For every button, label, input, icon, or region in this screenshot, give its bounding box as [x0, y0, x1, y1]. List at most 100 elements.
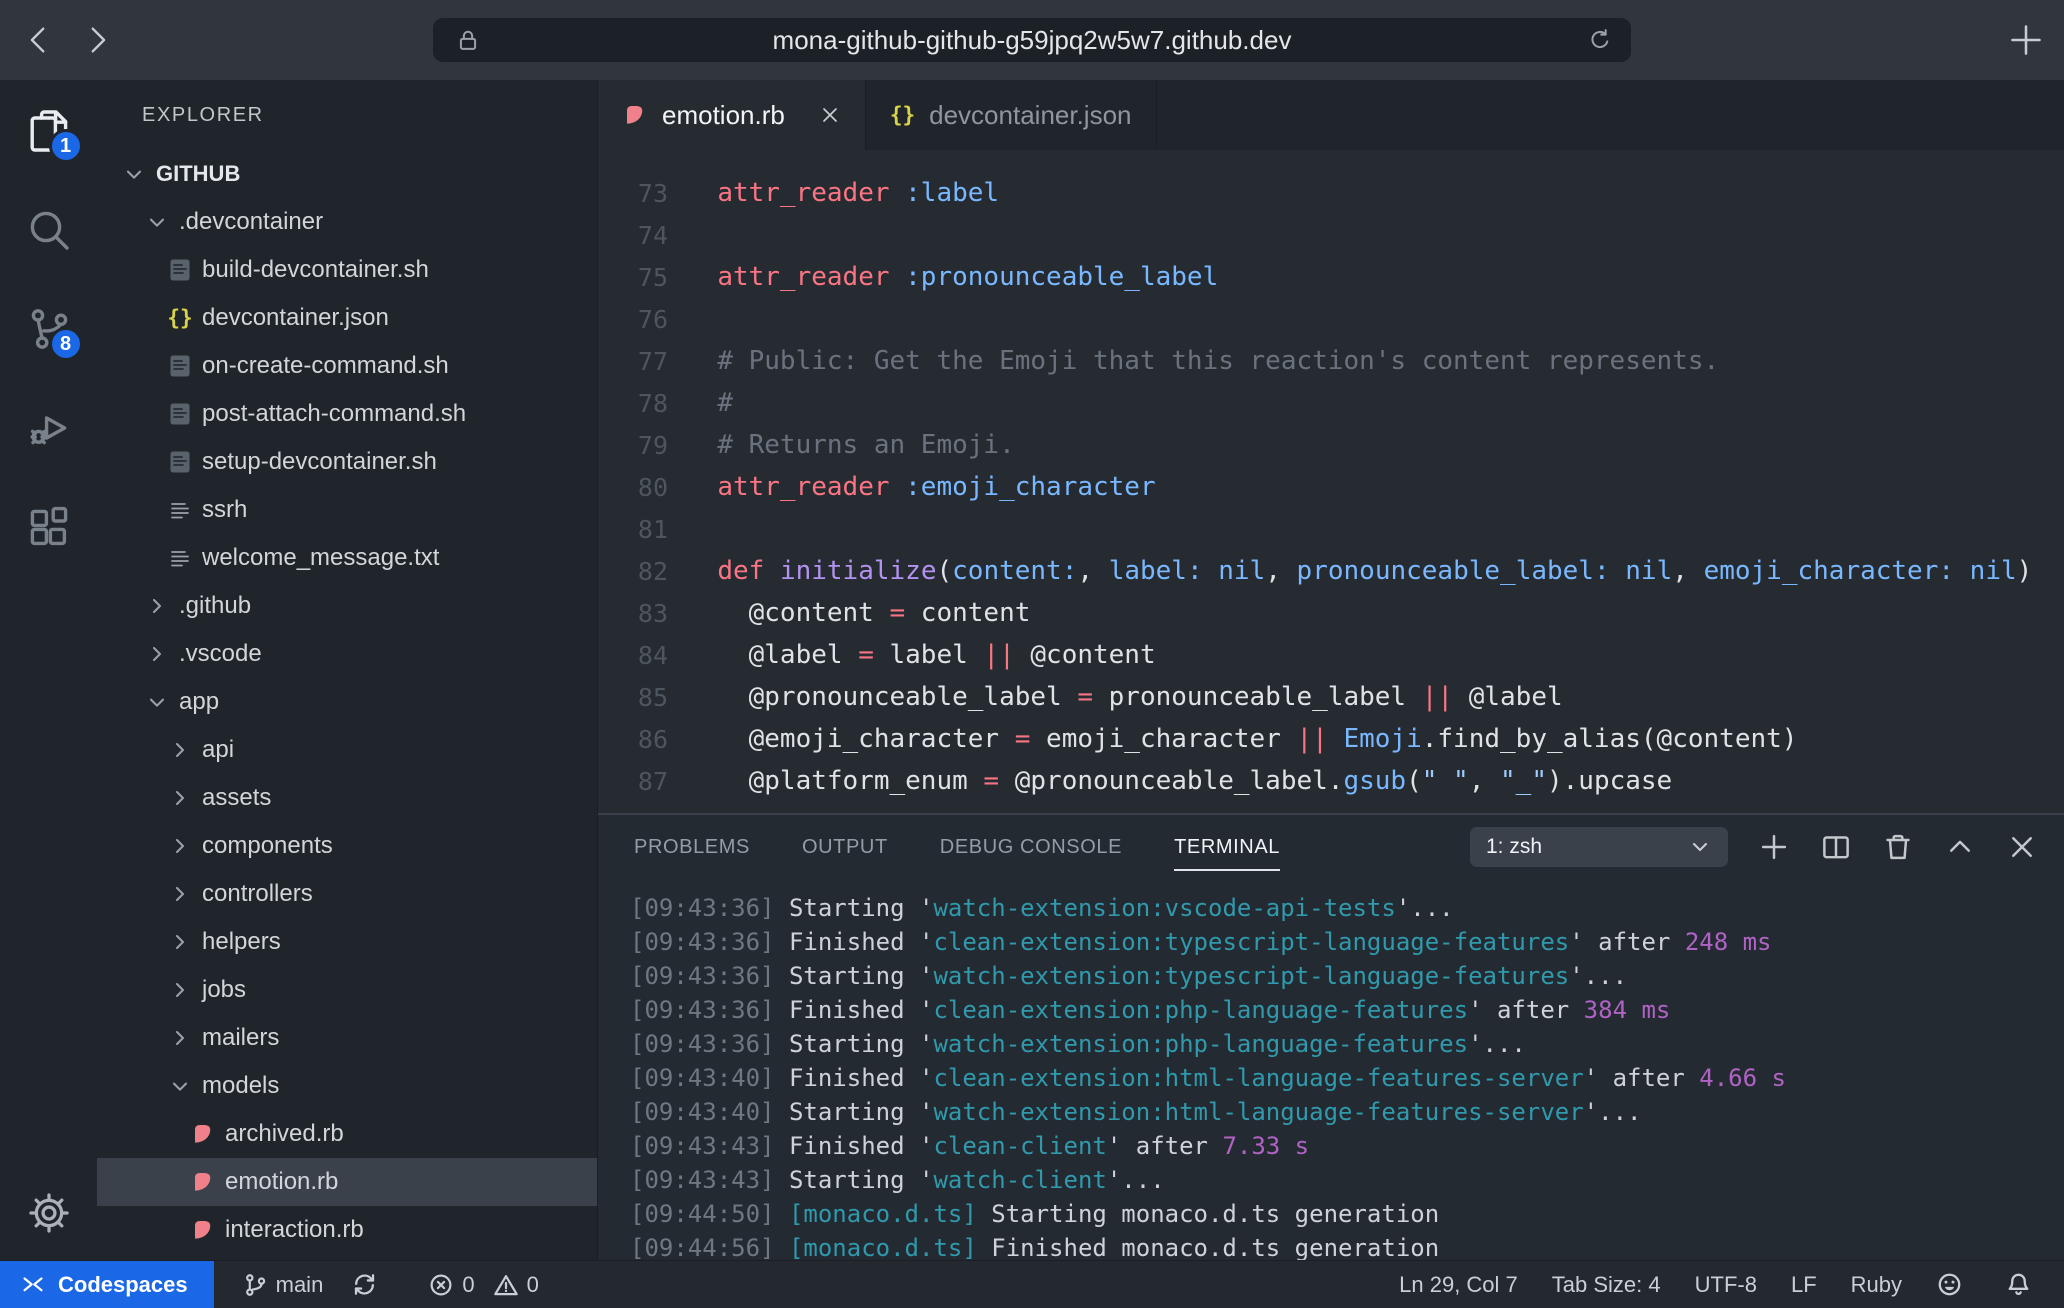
tree-item-controllers[interactable]: controllers [97, 870, 597, 918]
notifications-bell-button[interactable] [2005, 1271, 2040, 1298]
tree-item-build-devcontainer.sh[interactable]: build-devcontainer.sh [97, 246, 597, 294]
tree-item-models[interactable]: models [97, 1062, 597, 1110]
tree-item-on-create-command.sh[interactable]: on-create-command.sh [97, 342, 597, 390]
activity-source-control[interactable]: 8 [25, 305, 73, 353]
branch-indicator[interactable]: main [242, 1272, 324, 1298]
browser-chrome: mona-github-github-g59jpq2w5w7.github.de… [0, 0, 2064, 80]
tree-item-api[interactable]: api [97, 726, 597, 774]
close-tab-icon[interactable] [819, 104, 841, 126]
tree-item-label: .vscode [179, 640, 262, 668]
tree-item-devcontainer.json[interactable]: {} devcontainer.json [97, 294, 597, 342]
code-line: 88 [598, 802, 2064, 813]
remote-icon [20, 1273, 46, 1297]
status-eol[interactable]: LF [1791, 1272, 1817, 1298]
tree-item-label: api [202, 736, 234, 764]
editor-tab-devcontainer.json[interactable]: {}devcontainer.json [866, 80, 1157, 150]
code-line: 77 # Public: Get the Emoji that this rea… [598, 340, 2064, 382]
tree-item-emotion.rb[interactable]: emotion.rb [97, 1158, 597, 1206]
forward-button[interactable] [80, 23, 114, 57]
tree-item-components[interactable]: components [97, 822, 597, 870]
tree-item-label: ssrh [202, 496, 247, 524]
json-file-icon: {} [167, 306, 192, 330]
tree-item-.github[interactable]: .github [97, 582, 597, 630]
tree-item-ssrh[interactable]: ssrh [97, 486, 597, 534]
line-number: 85 [598, 683, 668, 712]
panel-tab-terminal[interactable]: TERMINAL [1174, 815, 1280, 879]
activity-search[interactable] [25, 206, 73, 254]
terminal-line: [09:43:43] Finished 'clean-client' after… [630, 1129, 2064, 1163]
tree-item-label: archived.rb [225, 1120, 344, 1148]
text-file-icon [167, 497, 193, 523]
line-number: 84 [598, 641, 668, 670]
line-number: 82 [598, 557, 668, 586]
split-terminal-button[interactable] [1820, 831, 1852, 863]
kill-terminal-button[interactable] [1882, 831, 1914, 863]
tree-item-label: post-attach-command.sh [202, 400, 466, 428]
address-bar[interactable]: mona-github-github-g59jpq2w5w7.github.de… [433, 18, 1631, 62]
terminal-output[interactable]: [09:43:36] Starting 'watch-extension:vsc… [598, 879, 2064, 1260]
settings-gear-button[interactable] [26, 1190, 72, 1236]
new-tab-button[interactable] [2008, 22, 2044, 58]
terminal-picker[interactable]: 1: zsh [1470, 827, 1728, 867]
tree-item-label: app [179, 688, 219, 716]
chevron-right-icon [80, 23, 114, 57]
gear-icon [26, 1190, 72, 1236]
plus-icon [1758, 831, 1790, 863]
tree-item-assets[interactable]: assets [97, 774, 597, 822]
activity-run-debug[interactable] [25, 404, 73, 452]
file-tree: GITHUB .devcontainer build-devcontainer.… [97, 150, 597, 1260]
tree-item-label: components [202, 832, 333, 860]
ruby-file-icon [190, 1121, 216, 1147]
tree-item-interaction.rb[interactable]: interaction.rb [97, 1206, 597, 1254]
new-terminal-button[interactable] [1758, 831, 1790, 863]
panel-tab-problems[interactable]: PROBLEMS [634, 815, 750, 879]
tree-item-app[interactable]: app [97, 678, 597, 726]
smiley-icon [1936, 1271, 1963, 1298]
close-panel-button[interactable] [2006, 831, 2038, 863]
terminal-line: [09:43:43] Starting 'watch-client'... [630, 1163, 2064, 1197]
activity-extensions[interactable] [25, 503, 73, 551]
maximize-panel-button[interactable] [1944, 831, 1976, 863]
panel-tab-debug-console[interactable]: DEBUG CONSOLE [940, 815, 1122, 879]
explorer-title: EXPLORER [97, 80, 597, 150]
line-number: 87 [598, 767, 668, 796]
reload-icon[interactable] [1587, 27, 1613, 53]
tree-item-label: assets [202, 784, 271, 812]
code-line: 73 attr_reader :label [598, 172, 2064, 214]
tree-item-helpers[interactable]: helpers [97, 918, 597, 966]
code-line: 85 @pronounceable_label = pronounceable_… [598, 676, 2064, 718]
chevron-right-icon [168, 1026, 192, 1050]
terminal-line: [09:44:56] [monaco.d.ts] Finished monaco… [630, 1231, 2064, 1260]
back-button[interactable] [22, 23, 56, 57]
tree-item-setup-devcontainer.sh[interactable]: setup-devcontainer.sh [97, 438, 597, 486]
tree-item-.devcontainer[interactable]: .devcontainer [97, 198, 597, 246]
tree-item-label: welcome_message.txt [202, 544, 439, 572]
status-tab-size[interactable]: Tab Size: 4 [1552, 1272, 1661, 1298]
panel-tab-output[interactable]: OUTPUT [802, 815, 888, 879]
chevron-left-icon [22, 23, 56, 57]
tree-item-archived.rb[interactable]: archived.rb [97, 1110, 597, 1158]
tree-item-welcome_message.txt[interactable]: welcome_message.txt [97, 534, 597, 582]
status-cursor-position[interactable]: Ln 29, Col 7 [1399, 1272, 1518, 1298]
status-language-mode[interactable]: Ruby [1851, 1272, 1902, 1298]
tree-item-post-attach-command.sh[interactable]: post-attach-command.sh [97, 390, 597, 438]
chevron-down-icon [168, 1074, 192, 1098]
editor-tab-emotion.rb[interactable]: emotion.rb [598, 80, 866, 150]
shell-file-icon [167, 353, 193, 379]
status-encoding[interactable]: UTF-8 [1695, 1272, 1757, 1298]
feedback-smiley-button[interactable] [1936, 1271, 1971, 1298]
sync-button[interactable] [351, 1271, 386, 1298]
tree-item-mailers[interactable]: mailers [97, 1014, 597, 1062]
activity-explorer[interactable]: 1 [25, 107, 73, 155]
code-line: 81 [598, 508, 2064, 550]
tree-item-label: GITHUB [156, 161, 240, 187]
tree-item-.vscode[interactable]: .vscode [97, 630, 597, 678]
codespaces-label: Codespaces [58, 1272, 188, 1298]
warnings-indicator: 0 [493, 1272, 539, 1298]
tree-item-jobs[interactable]: jobs [97, 966, 597, 1014]
bell-icon [2005, 1271, 2032, 1298]
problems-indicator[interactable]: 0 0 [428, 1272, 539, 1298]
codespaces-remote-button[interactable]: Codespaces [0, 1261, 214, 1308]
code-editor[interactable]: 73 attr_reader :label 74 75 attr_reader … [598, 150, 2064, 813]
tree-item-GITHUB[interactable]: GITHUB [97, 150, 597, 198]
